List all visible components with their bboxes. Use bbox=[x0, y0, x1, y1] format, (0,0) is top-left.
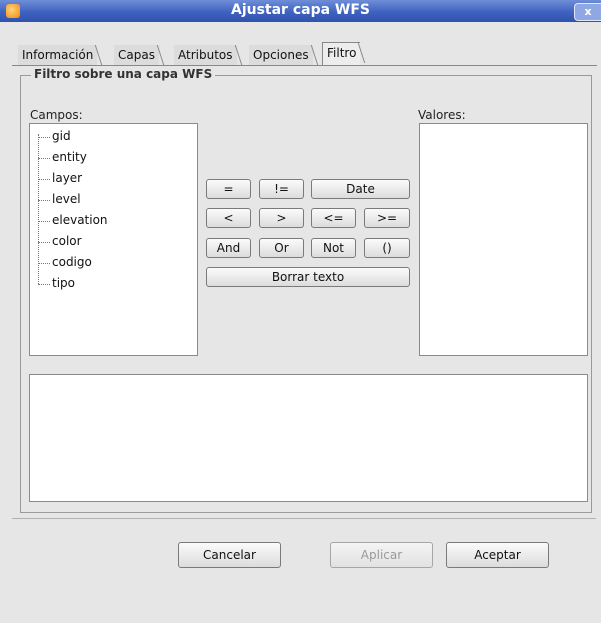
clear-text-button[interactable]: Borrar texto bbox=[206, 267, 410, 287]
window-title: Ajustar capa WFS bbox=[230, 2, 371, 18]
tab-filtro[interactable]: Filtro bbox=[322, 42, 366, 66]
or-button[interactable]: Or bbox=[259, 238, 304, 258]
tree-item-codigo[interactable]: codigo bbox=[38, 252, 92, 273]
tab-label: Atributos bbox=[178, 48, 233, 62]
tab-label: Capas bbox=[118, 48, 155, 62]
less-than-button[interactable]: < bbox=[206, 208, 251, 228]
title-bar: Ajustar capa WFS x bbox=[0, 0, 601, 22]
group-title: Filtro sobre una capa WFS bbox=[31, 67, 216, 81]
values-label: Valores: bbox=[418, 108, 466, 122]
tree-item-entity[interactable]: entity bbox=[38, 147, 87, 168]
query-textarea[interactable] bbox=[29, 374, 588, 502]
tab-opciones[interactable]: Opciones bbox=[249, 45, 318, 65]
less-equal-button[interactable]: <= bbox=[311, 208, 356, 228]
close-button[interactable]: x bbox=[574, 3, 601, 21]
date-button[interactable]: Date bbox=[311, 179, 410, 199]
tab-capas[interactable]: Capas bbox=[114, 45, 165, 65]
parentheses-button[interactable]: () bbox=[364, 238, 410, 258]
tab-label: Filtro bbox=[327, 46, 357, 60]
greater-equal-button[interactable]: >= bbox=[364, 208, 410, 228]
tree-item-gid[interactable]: gid bbox=[38, 126, 71, 147]
fields-tree[interactable]: gid entity layer level elevation color c… bbox=[29, 123, 198, 356]
tab-informacion[interactable]: Información bbox=[18, 45, 103, 65]
apply-button[interactable]: Aplicar bbox=[330, 542, 433, 568]
and-button[interactable]: And bbox=[206, 238, 251, 258]
values-list[interactable] bbox=[419, 123, 588, 356]
tree-item-layer[interactable]: layer bbox=[38, 168, 82, 189]
tree-item-level[interactable]: level bbox=[38, 189, 81, 210]
tab-label: Opciones bbox=[253, 48, 309, 62]
tab-label: Información bbox=[22, 48, 94, 62]
greater-than-button[interactable]: > bbox=[259, 208, 304, 228]
tree-item-tipo[interactable]: tipo bbox=[38, 273, 75, 294]
not-equals-button[interactable]: != bbox=[259, 179, 304, 199]
tree-item-elevation[interactable]: elevation bbox=[38, 210, 108, 231]
equals-button[interactable]: = bbox=[206, 179, 251, 199]
tab-atributos[interactable]: Atributos bbox=[174, 45, 242, 65]
divider bbox=[12, 518, 596, 519]
fields-label: Campos: bbox=[30, 108, 83, 122]
tree-item-color[interactable]: color bbox=[38, 231, 82, 252]
accept-button[interactable]: Aceptar bbox=[446, 542, 549, 568]
cancel-button[interactable]: Cancelar bbox=[178, 542, 281, 568]
not-button[interactable]: Not bbox=[311, 238, 356, 258]
